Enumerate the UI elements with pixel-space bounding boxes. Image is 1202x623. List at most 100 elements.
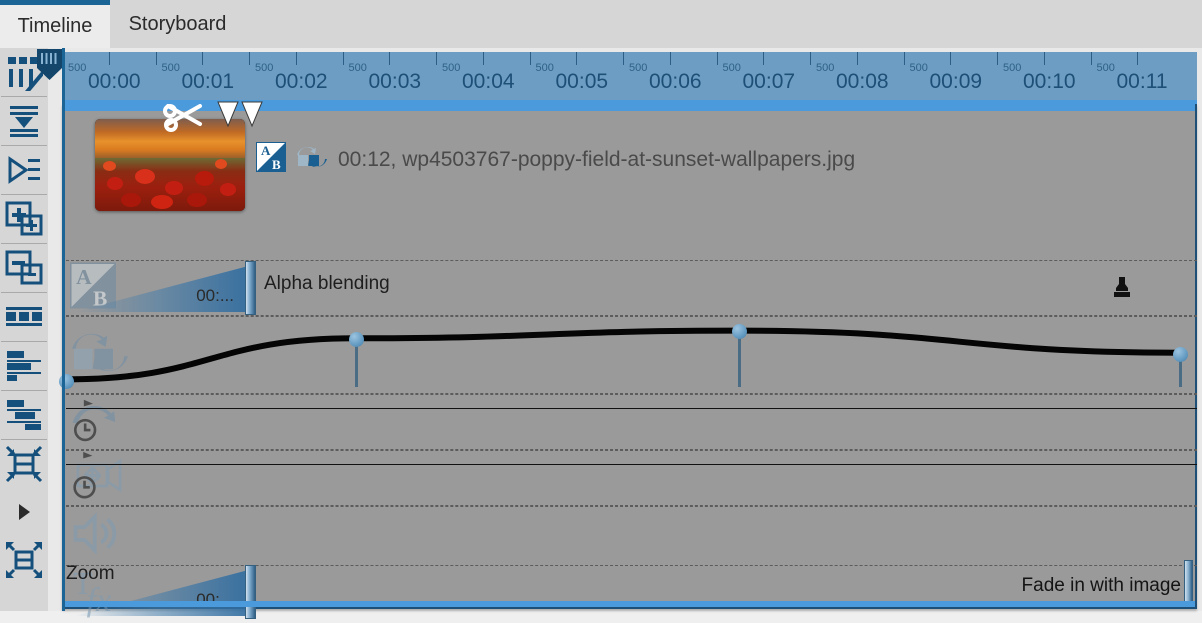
ruler-tick: [529, 52, 531, 65]
ruler-half-label: 500: [348, 62, 367, 74]
align-right-icon-button[interactable]: [0, 146, 48, 194]
align-center-icon-button[interactable]: [0, 97, 48, 145]
pan-clock-icon: [70, 451, 128, 506]
ruler-half-label: 500: [161, 62, 180, 74]
ruler-tick: [576, 52, 578, 65]
ruler-half-label: 500: [1096, 62, 1115, 74]
rotation-value-line: [66, 408, 1197, 409]
ruler-second-label: 00:05: [555, 70, 609, 93]
stagger-top-icon-button[interactable]: [0, 342, 48, 390]
keyframe-node[interactable]: [348, 331, 364, 347]
play-icon-button[interactable]: [0, 488, 48, 536]
ruler-tick: [716, 52, 718, 65]
ruler-tick: [342, 52, 344, 65]
tab-storyboard[interactable]: Storyboard: [110, 0, 245, 48]
tab-timeline-label: Timeline: [17, 15, 93, 37]
ruler-half-label: 500: [255, 62, 274, 74]
add-clip-icon: [5, 201, 43, 237]
ruler-tick: [249, 52, 250, 65]
ruler-tick: [810, 52, 811, 65]
curve-path: [66, 331, 1180, 380]
tab-storyboard-label: Storyboard: [128, 12, 227, 35]
ruler-tick: [669, 52, 671, 65]
ruler-second-label: 00:09: [929, 70, 983, 93]
add-clip-icon-button[interactable]: [0, 195, 48, 243]
playhead-line[interactable]: [62, 48, 65, 611]
track-rotation-keyframes[interactable]: [66, 394, 1197, 450]
ruler-tick: [108, 52, 110, 65]
tab-timeline[interactable]: Timeline: [0, 0, 110, 48]
zoom-right-handle[interactable]: [1184, 560, 1193, 606]
pan-value-line: [66, 464, 1197, 465]
stagger-top-icon: [5, 350, 43, 382]
alpha-blend-ab-icon: A B: [256, 142, 286, 177]
alpha-blending-label: Alpha blending: [264, 273, 390, 294]
ruler-tick: [1090, 52, 1092, 65]
ruler-second-label: 00:03: [368, 70, 422, 93]
zoom-ramp-label: 00:...: [196, 590, 234, 609]
timeline-clip[interactable]: A B 00:12, wp4503767-poppy-field-at-suns…: [59, 104, 1197, 619]
zoom-track-label: Zoom: [66, 563, 115, 584]
align-center-icon: [6, 104, 42, 138]
rotation-clock-icon: [70, 395, 124, 450]
track-pan-keyframes[interactable]: [66, 450, 1197, 506]
scissors-icon[interactable]: [160, 98, 208, 139]
svg-text:A: A: [261, 143, 271, 158]
ruler-second-label: 00:08: [836, 70, 889, 93]
stamp-icon[interactable]: [1111, 275, 1133, 308]
clip-title: 00:12, wp4503767-poppy-field-at-sunset-w…: [338, 147, 856, 171]
fade-note-label: Fade in with image: [1021, 575, 1181, 596]
zoom-fit-out-icon: [5, 541, 43, 579]
track-transition-curve[interactable]: [59, 316, 1197, 394]
stagger-bottom-icon: [5, 399, 43, 431]
stagger-bottom-icon-button[interactable]: [0, 391, 48, 439]
speaker-icon: [70, 511, 122, 562]
keyframe-stem[interactable]: [737, 331, 741, 387]
alpha-ramp-label: 00:...: [196, 286, 234, 305]
ruler-second-label: 00:06: [649, 70, 702, 93]
playhead-handle[interactable]: [36, 48, 63, 82]
track-audio-volume[interactable]: [66, 506, 1197, 565]
ruler-tick: [202, 52, 204, 65]
ruler-half-label: 500: [442, 62, 461, 74]
svg-text:B: B: [272, 157, 281, 172]
ruler-tick: [1043, 52, 1045, 65]
alpha-ramp-handle[interactable]: [245, 261, 256, 315]
timeline-panel: 500 00:00 500 00:01 500 00:02 500 00:03 500 00:04…: [37, 48, 1202, 619]
split-markers-icon[interactable]: [216, 100, 266, 139]
alpha-fade-ramp[interactable]: 00:...: [74, 261, 256, 315]
ruler-half-label: 500: [629, 62, 648, 74]
keyframe-node[interactable]: [731, 324, 747, 340]
time-ruler[interactable]: 500 00:00 500 00:01 500 00:02 500 00:03 500 00:04…: [62, 52, 1197, 102]
zoom-fit-in-icon-button[interactable]: [0, 440, 48, 488]
ruler-second-label: 00:01: [181, 70, 235, 93]
ruler-tick: [763, 52, 765, 65]
keyframe-curve[interactable]: [66, 317, 1197, 393]
ruler-tick: [856, 52, 858, 65]
clip-meta: A B 00:12, wp4503767-poppy-field-at-suns…: [256, 142, 855, 177]
ruler-tick: [623, 52, 624, 65]
ruler-second-label: 00:04: [462, 70, 515, 93]
ruler-tick: [950, 52, 952, 65]
track-alpha-blending[interactable]: A B 00:... Alpha blending: [66, 260, 1197, 316]
ruler-half-label: 500: [1003, 62, 1022, 74]
ruler-second-label: 00:02: [275, 70, 328, 93]
filmstrip-icon-button[interactable]: [0, 293, 48, 341]
ruler-tick: [295, 52, 297, 65]
ruler-tick: [1137, 52, 1139, 65]
ruler-second-label: 00:07: [742, 70, 796, 93]
ruler-tick: [436, 52, 437, 65]
clip-bottom-highlight: [64, 601, 1195, 607]
ruler-tick: [155, 52, 157, 65]
ruler-tick: [903, 52, 905, 65]
ruler-half-label: 500: [535, 62, 554, 74]
timeline-editor: Timeline Storyboard 500 00:00 500 00:01 …: [0, 0, 1202, 619]
tool-rail: [0, 48, 48, 611]
ruler-half-label: 500: [909, 62, 928, 74]
zoom-fit-out-icon-button[interactable]: [0, 536, 48, 584]
clip-right-edge: [1184, 104, 1193, 607]
remove-clip-icon-button[interactable]: [0, 244, 48, 292]
ruler-second-label: 00:00: [88, 70, 141, 93]
align-right-icon: [6, 155, 42, 185]
ruler-tick: [389, 52, 391, 65]
